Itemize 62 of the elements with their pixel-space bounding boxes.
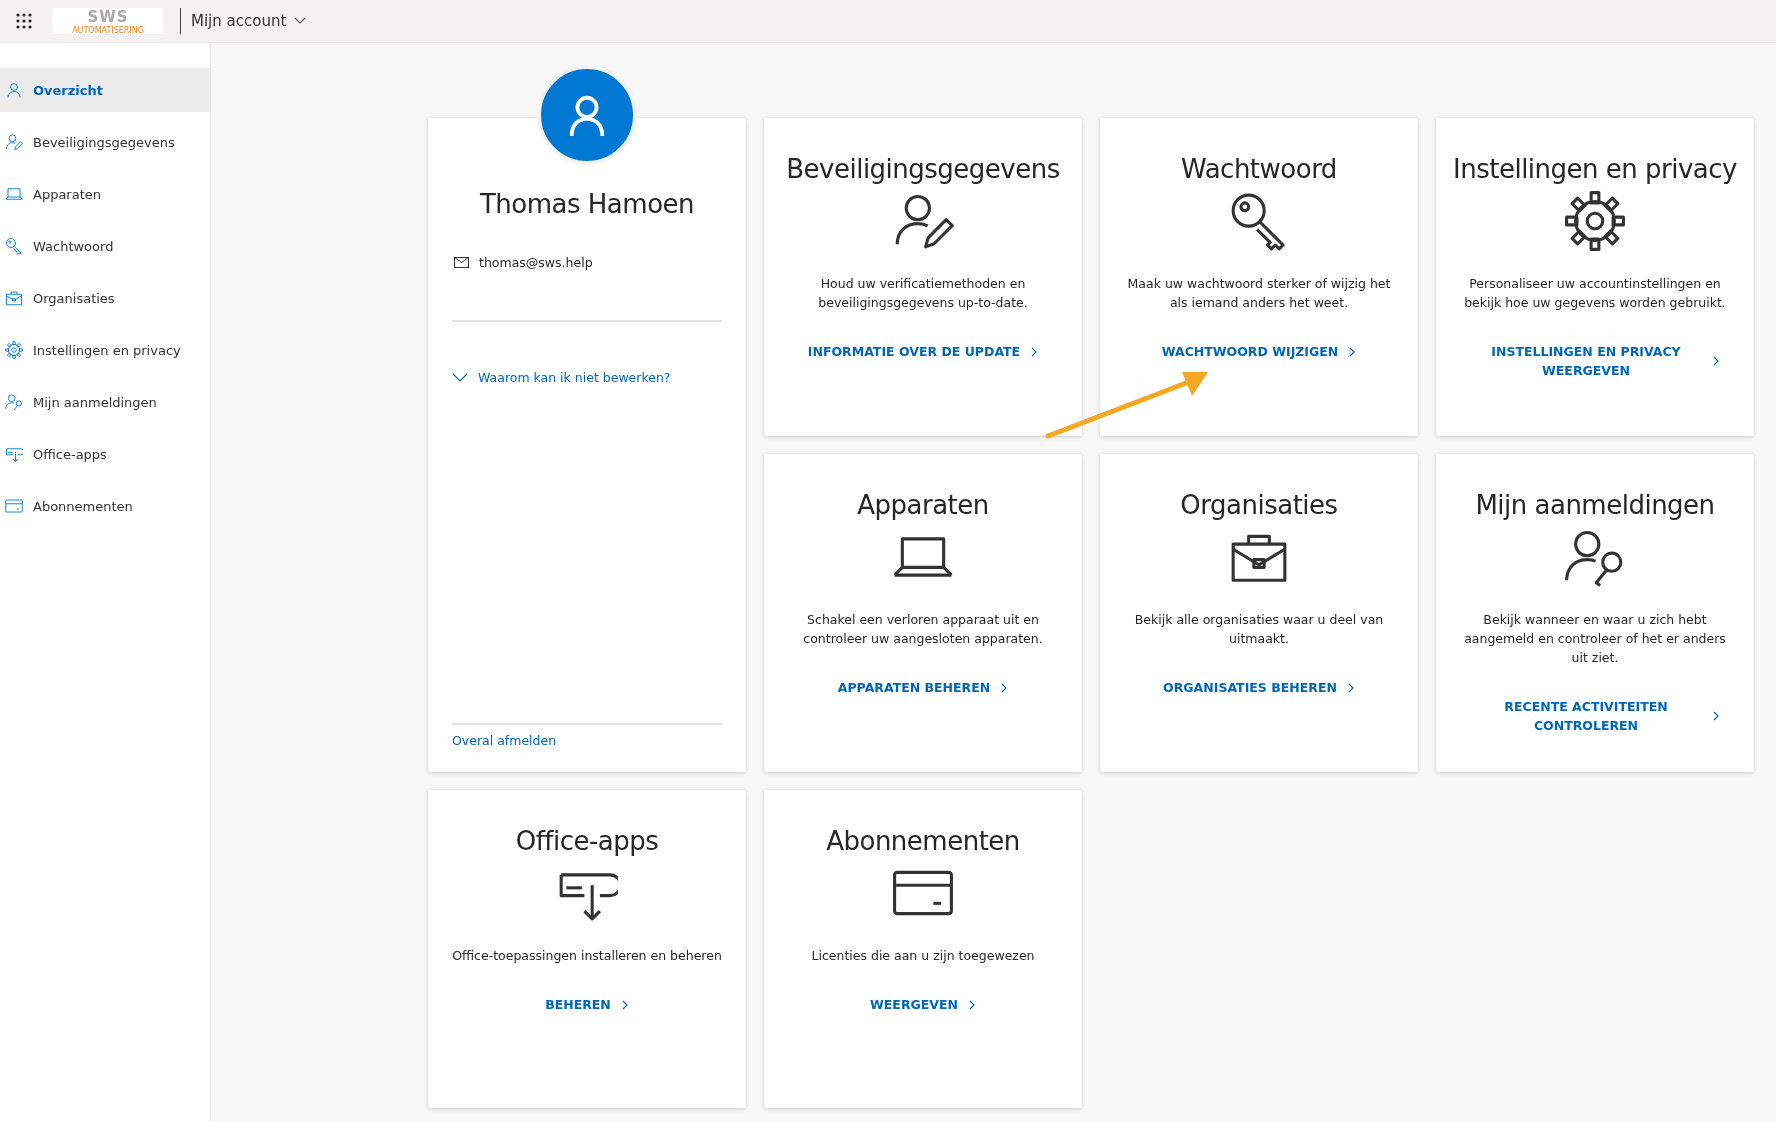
sidebar-item[interactable]: Abonnementen: [0, 484, 210, 528]
chevron-right-icon: [1030, 346, 1039, 357]
profile-name: Thomas Hamoen: [479, 189, 695, 219]
card-description: Bekijk wanneer en waar u zich hebt aangemeld en controleer of het er anders uit ziet.: [1463, 611, 1727, 667]
key-icon: [5, 237, 23, 255]
card-title: Organisaties: [1180, 490, 1338, 520]
chevron-right-icon: [968, 999, 976, 1010]
chevron-right-icon: [620, 999, 629, 1010]
chevron-right-icon: [1348, 346, 1357, 357]
sidebar-item[interactable]: Wachtwoord: [0, 224, 210, 268]
logo-tagline: AUTOMATISERING: [72, 25, 144, 35]
person-icon: [5, 81, 23, 99]
card-title: Abonnementen: [826, 826, 1020, 856]
sidebar-item[interactable]: Overzicht: [0, 68, 210, 112]
account-menu-button[interactable]: Mijn account: [191, 12, 307, 30]
card-title: Mijn aanmeldingen: [1475, 490, 1715, 520]
card-link[interactable]: INFORMATIE OVER DE UPDATE: [807, 342, 1039, 361]
sidebar-item[interactable]: Office-apps: [0, 432, 210, 476]
card-title: Beveiligingsgegevens: [786, 154, 1060, 184]
settings-icon: [5, 341, 23, 359]
card-link[interactable]: ORGANISATIES BEHEREN: [1163, 678, 1355, 697]
person-key-icon: [5, 393, 23, 411]
card-description: Maak uw wachtwoord sterker of wijzig het als iemand anders het weet.: [1126, 275, 1392, 312]
laptop-icon: [5, 185, 23, 203]
briefcase-icon: [5, 289, 23, 307]
card-link[interactable]: RECENTE ACTIVITEITEN CONTROLEREN: [1470, 697, 1720, 735]
card-link[interactable]: APPARATEN BEHEREN: [837, 678, 1009, 697]
chevron-right-icon: [1000, 682, 1009, 693]
sidebar-item[interactable]: Mijn aanmeldingen: [0, 380, 210, 424]
card-description: Personaliseer uw accountinstellingen en bekijk hoe uw gegevens worden gebruikt.: [1463, 275, 1727, 312]
card-title: Instellingen en privacy: [1453, 154, 1737, 184]
person-pencil-icon: [5, 133, 23, 151]
card-description: Schakel een verloren apparaat uit en controleer uw aangesloten apparaten.: [802, 611, 1044, 648]
settings-icon: [1564, 190, 1626, 252]
card-description: Licenties die aan u zijn toegewezen: [811, 947, 1035, 965]
app-launcher-icon[interactable]: [16, 13, 32, 29]
sidebar-item[interactable]: Apparaten: [0, 172, 210, 216]
sidebar-item[interactable]: Organisaties: [0, 276, 210, 320]
download-tray-icon: [5, 445, 23, 463]
chevron-right-icon: [1346, 682, 1355, 693]
card-link[interactable]: INSTELLINGEN EN PRIVACY WEERGEVEN: [1470, 342, 1720, 380]
card-link[interactable]: WACHTWOORD WIJZIGEN: [1161, 342, 1357, 361]
chevron-down-icon: [452, 372, 468, 383]
mail-icon: [454, 257, 469, 268]
chevron-right-icon: [1712, 711, 1720, 721]
credit-card-icon: [5, 497, 23, 515]
card-link[interactable]: BEHEREN: [545, 995, 629, 1014]
sign-out-link[interactable]: Overal afmelden: [452, 733, 557, 748]
card-title: Wachtwoord: [1181, 154, 1337, 184]
card-description: Office-toepassingen installeren en beheren: [452, 947, 722, 965]
chevron-right-icon: [1712, 356, 1720, 366]
help-link[interactable]: Waarom kan ik niet bewerken?: [452, 370, 671, 385]
card-link[interactable]: WEERGEVEN: [870, 995, 976, 1014]
sidebar-item[interactable]: Beveiligingsgegevens: [0, 120, 210, 164]
card-title: Office-apps: [515, 826, 659, 856]
card-description: Houd uw verificatiemethoden en beveiligingsgegevens up-to-date.: [817, 275, 1029, 312]
card-title: Apparaten: [857, 490, 989, 520]
profile-email: thomas@sws.help: [479, 255, 593, 270]
logo-text: SWS: [87, 7, 129, 26]
chevron-down-icon: [294, 17, 307, 25]
card-description: Bekijk alle organisaties waar u deel van uitmaakt.: [1133, 611, 1385, 648]
sidebar-item[interactable]: Instellingen en privacy: [0, 328, 210, 372]
